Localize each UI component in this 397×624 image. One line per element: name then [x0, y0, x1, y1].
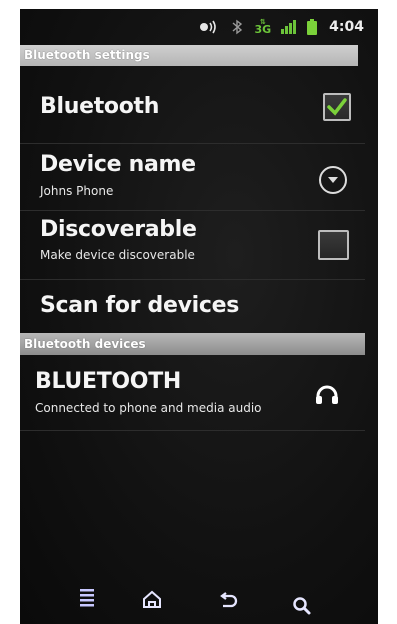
- bluetooth-icon: [230, 19, 244, 35]
- chevron-down-icon[interactable]: [319, 166, 347, 194]
- phone-frame: ⇅ 3G 4:04 Bluetooth settings Bluetooth D…: [0, 0, 397, 624]
- scan-for-devices-label: Scan for devices: [40, 293, 240, 318]
- home-icon[interactable]: [141, 589, 163, 609]
- device-name-value: Johns Phone: [40, 184, 114, 198]
- back-icon[interactable]: [217, 592, 239, 612]
- checkmark-icon: [327, 98, 347, 116]
- 3g-data-icon: ⇅ 3G: [254, 18, 272, 36]
- screen: ⇅ 3G 4:04 Bluetooth settings Bluetooth D…: [20, 9, 378, 624]
- status-bar: ⇅ 3G 4:04: [20, 9, 378, 45]
- search-icon[interactable]: [292, 596, 312, 616]
- battery-icon: [307, 19, 318, 35]
- discoverable-checkbox[interactable]: [318, 230, 349, 260]
- device-list-item[interactable]: BLUETOOTH Connected to phone and media a…: [20, 355, 365, 431]
- bluetooth-toggle-label: Bluetooth: [40, 94, 160, 119]
- device-name: BLUETOOTH: [35, 369, 182, 394]
- discoverable-label: Discoverable: [40, 217, 197, 242]
- status-time: 4:04: [329, 19, 364, 35]
- signal-strength-icon: [281, 20, 297, 34]
- device-name-row[interactable]: Device name Johns Phone: [20, 144, 365, 211]
- bluetooth-checkbox[interactable]: [323, 93, 351, 121]
- bluetooth-devices-header: Bluetooth devices: [20, 333, 365, 355]
- device-name-label: Device name: [40, 152, 196, 177]
- vibrate-ringer-icon: [198, 20, 220, 34]
- menu-icon[interactable]: [78, 587, 96, 607]
- scan-for-devices-row[interactable]: Scan for devices: [20, 280, 365, 333]
- device-status: Connected to phone and media audio: [35, 401, 262, 415]
- navigation-bar: [20, 577, 378, 624]
- headphones-icon: [315, 385, 339, 409]
- discoverable-description: Make device discoverable: [40, 248, 195, 262]
- bluetooth-settings-header: Bluetooth settings: [20, 45, 358, 66]
- bluetooth-toggle-row[interactable]: Bluetooth: [20, 66, 365, 144]
- discoverable-row[interactable]: Discoverable Make device discoverable: [20, 211, 365, 280]
